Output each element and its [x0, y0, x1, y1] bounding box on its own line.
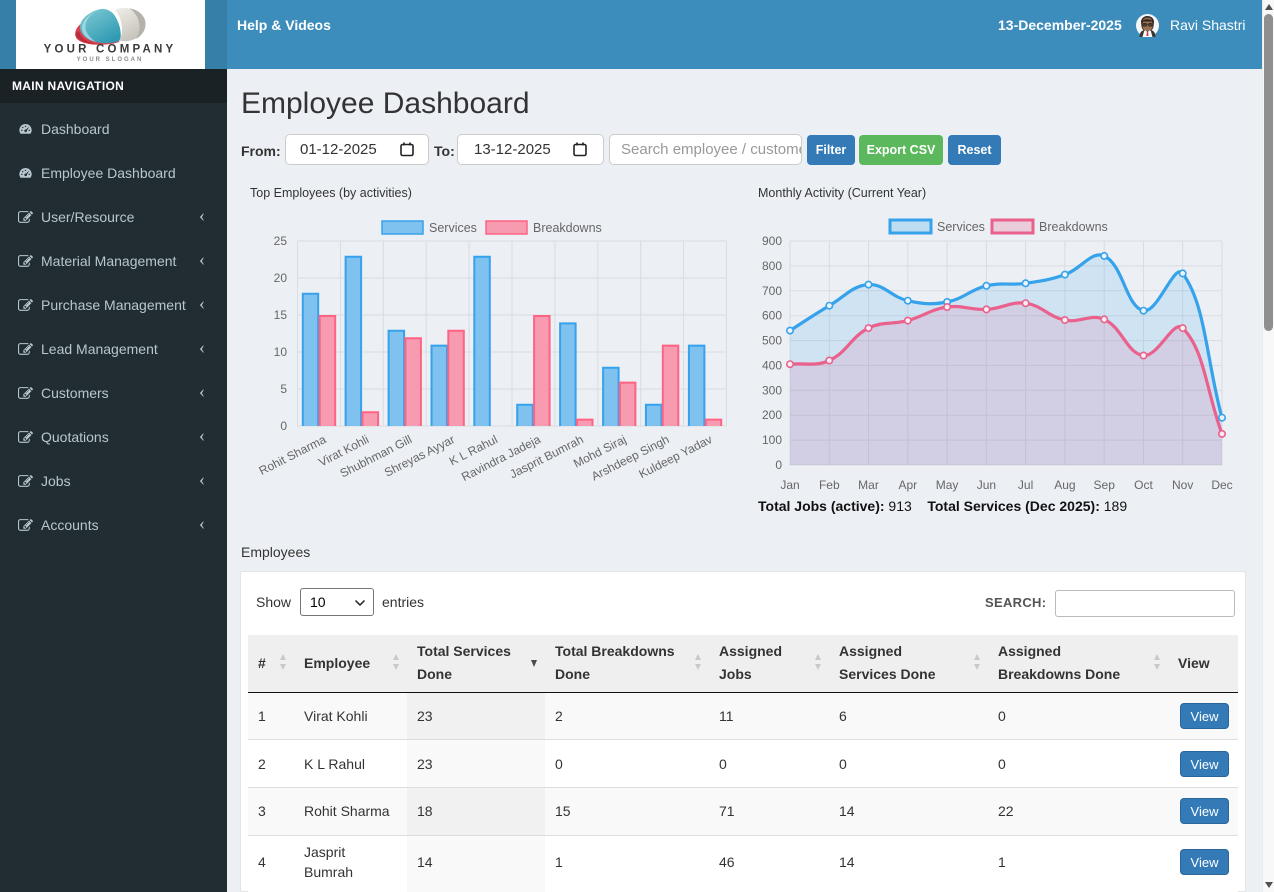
svg-text:10: 10 — [274, 345, 288, 359]
svg-text:Jun: Jun — [977, 478, 996, 492]
svg-text:Kuldeep Yadav: Kuldeep Yadav — [637, 432, 715, 481]
svg-text:Feb: Feb — [819, 478, 840, 492]
svg-text:20: 20 — [274, 271, 288, 285]
svg-text:Services: Services — [937, 220, 985, 234]
svg-text:0: 0 — [280, 419, 287, 433]
svg-text:400: 400 — [762, 358, 782, 372]
svg-text:15: 15 — [274, 308, 288, 322]
svg-text:800: 800 — [762, 259, 782, 273]
svg-text:Rohit Sharma: Rohit Sharma — [257, 432, 329, 478]
svg-text:25: 25 — [274, 234, 288, 248]
svg-text:Mar: Mar — [858, 478, 879, 492]
svg-text:Services: Services — [429, 221, 477, 235]
svg-text:Sep: Sep — [1094, 478, 1116, 492]
svg-text:Oct: Oct — [1134, 478, 1153, 492]
svg-text:100: 100 — [762, 433, 782, 447]
svg-text:Breakdowns: Breakdowns — [533, 221, 602, 235]
svg-text:YOUR SLOGAN: YOUR SLOGAN — [77, 57, 144, 63]
svg-text:300: 300 — [762, 383, 782, 397]
svg-text:Jul: Jul — [1018, 478, 1033, 492]
svg-text:Breakdowns: Breakdowns — [1039, 220, 1108, 234]
svg-text:900: 900 — [762, 234, 782, 248]
svg-text:0: 0 — [775, 458, 782, 472]
svg-text:5: 5 — [280, 382, 287, 396]
svg-text:700: 700 — [762, 284, 782, 298]
svg-text:Nov: Nov — [1172, 478, 1193, 492]
svg-text:May: May — [936, 478, 959, 492]
svg-text:600: 600 — [762, 309, 782, 323]
svg-text:Apr: Apr — [898, 478, 917, 492]
svg-text:Dec: Dec — [1211, 478, 1232, 492]
svg-text:Aug: Aug — [1054, 478, 1075, 492]
svg-text:YOUR COMPANY: YOUR COMPANY — [44, 44, 177, 56]
svg-text:Jan: Jan — [780, 478, 799, 492]
svg-text:200: 200 — [762, 408, 782, 422]
svg-text:500: 500 — [762, 334, 782, 348]
